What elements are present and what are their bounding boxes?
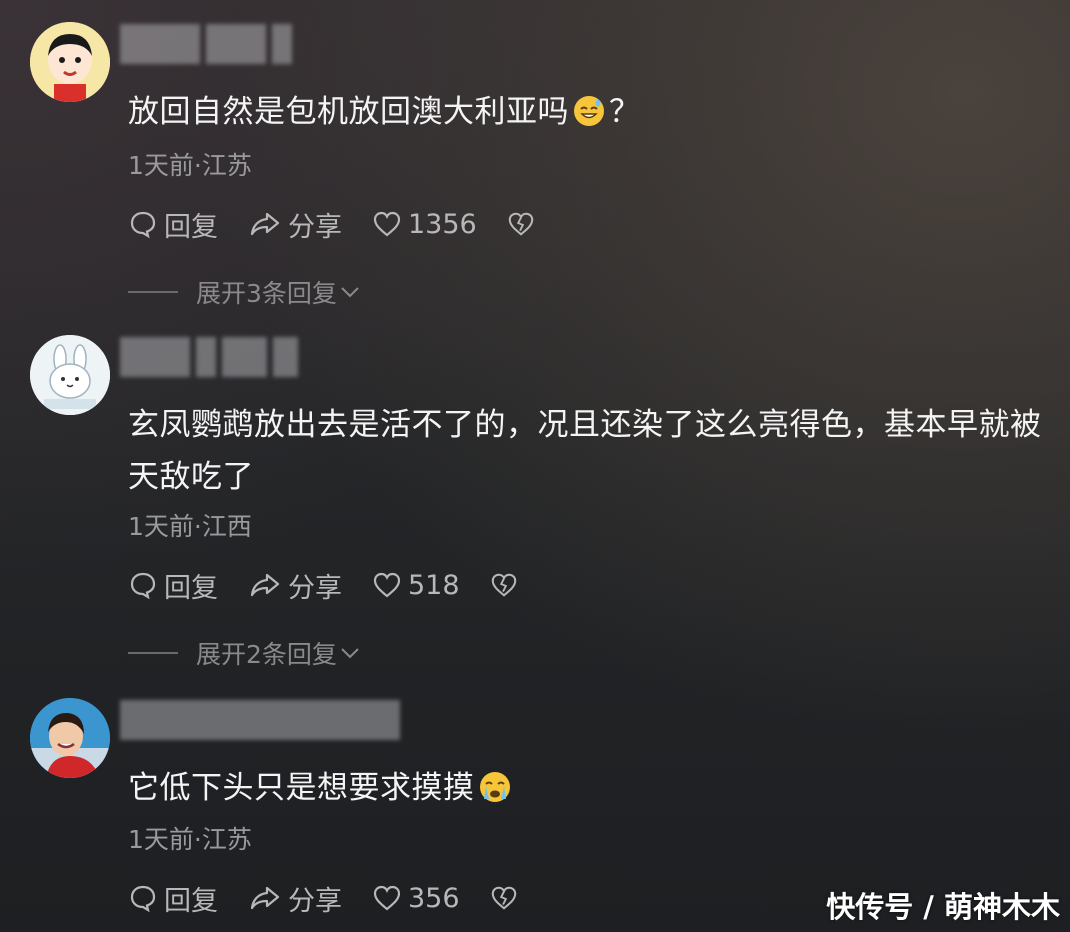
username-redacted[interactable] xyxy=(120,337,304,377)
dislike-button[interactable] xyxy=(507,210,541,238)
comment-actions: 回复 分享 518 xyxy=(128,565,554,605)
comment-actions: 回复 分享 1356 xyxy=(128,204,571,244)
share-arrow-icon xyxy=(250,573,280,597)
like-count: 518 xyxy=(408,569,460,601)
chevron-down-icon xyxy=(341,287,359,298)
comment-time-location: 1天前·江苏 xyxy=(128,151,252,180)
watermark: 快传号 / 萌神木木 xyxy=(826,890,1060,924)
username-redacted[interactable] xyxy=(120,700,410,740)
comment-time-location: 1天前·江西 xyxy=(128,512,252,541)
broken-heart-icon xyxy=(491,573,516,597)
expand-replies-label: 展开2条回复 xyxy=(196,640,337,669)
like-button[interactable]: 1356 xyxy=(372,209,477,240)
grinning-sweat-emoji-icon xyxy=(573,91,605,126)
reply-bubble-icon xyxy=(130,885,156,913)
like-count: 356 xyxy=(408,882,460,914)
divider-line xyxy=(128,652,178,654)
comment-time-location: 1天前·江苏 xyxy=(128,825,252,854)
expand-replies[interactable]: 展开2条回复 xyxy=(128,635,361,671)
cartoon-avatar-icon xyxy=(30,22,110,102)
comment-text: 它低下头只是想要求摸摸 xyxy=(128,762,1053,814)
comment-text: 玄凤鹦鹉放出去是活不了的，况且还染了这么亮得色，基本早就被天敌吃了 xyxy=(128,407,1042,495)
reply-label: 回复 xyxy=(164,211,218,243)
divider-line xyxy=(128,291,178,293)
like-count: 1356 xyxy=(408,208,477,240)
avatar[interactable] xyxy=(30,698,110,778)
reply-bubble-icon xyxy=(130,572,156,600)
heart-icon xyxy=(373,885,401,911)
share-arrow-icon xyxy=(250,212,280,236)
share-arrow-icon xyxy=(250,886,280,910)
expand-replies[interactable]: 展开3条回复 xyxy=(128,274,361,310)
bunny-avatar-icon xyxy=(30,335,110,415)
reply-bubble-icon xyxy=(130,211,156,239)
avatar[interactable] xyxy=(30,335,110,415)
like-button[interactable]: 356 xyxy=(372,883,460,914)
share-button[interactable]: 分享 xyxy=(248,205,342,244)
share-label: 分享 xyxy=(288,211,342,243)
reply-label: 回复 xyxy=(164,885,218,917)
reply-button[interactable]: 回复 xyxy=(128,879,218,918)
heart-icon xyxy=(373,211,401,237)
username-redacted[interactable] xyxy=(120,24,298,64)
reply-button[interactable]: 回复 xyxy=(128,205,218,244)
crying-face-emoji-icon xyxy=(479,767,511,802)
avatar[interactable] xyxy=(30,22,110,102)
share-label: 分享 xyxy=(288,572,342,604)
dislike-button[interactable] xyxy=(490,571,524,599)
share-label: 分享 xyxy=(288,885,342,917)
broken-heart-icon xyxy=(508,212,533,236)
photo-avatar-icon xyxy=(30,698,110,778)
heart-icon xyxy=(373,572,401,598)
like-button[interactable]: 518 xyxy=(372,570,460,601)
comment-actions: 回复 分享 356 xyxy=(128,878,554,918)
share-button[interactable]: 分享 xyxy=(248,879,342,918)
dislike-button[interactable] xyxy=(490,884,524,912)
chevron-down-icon xyxy=(341,648,359,659)
broken-heart-icon xyxy=(491,886,516,910)
share-button[interactable]: 分享 xyxy=(248,566,342,605)
expand-replies-label: 展开3条回复 xyxy=(196,279,337,308)
reply-button[interactable]: 回复 xyxy=(128,566,218,605)
reply-label: 回复 xyxy=(164,572,218,604)
comment-text: 放回自然是包机放回澳大利亚吗？ xyxy=(128,86,1053,138)
